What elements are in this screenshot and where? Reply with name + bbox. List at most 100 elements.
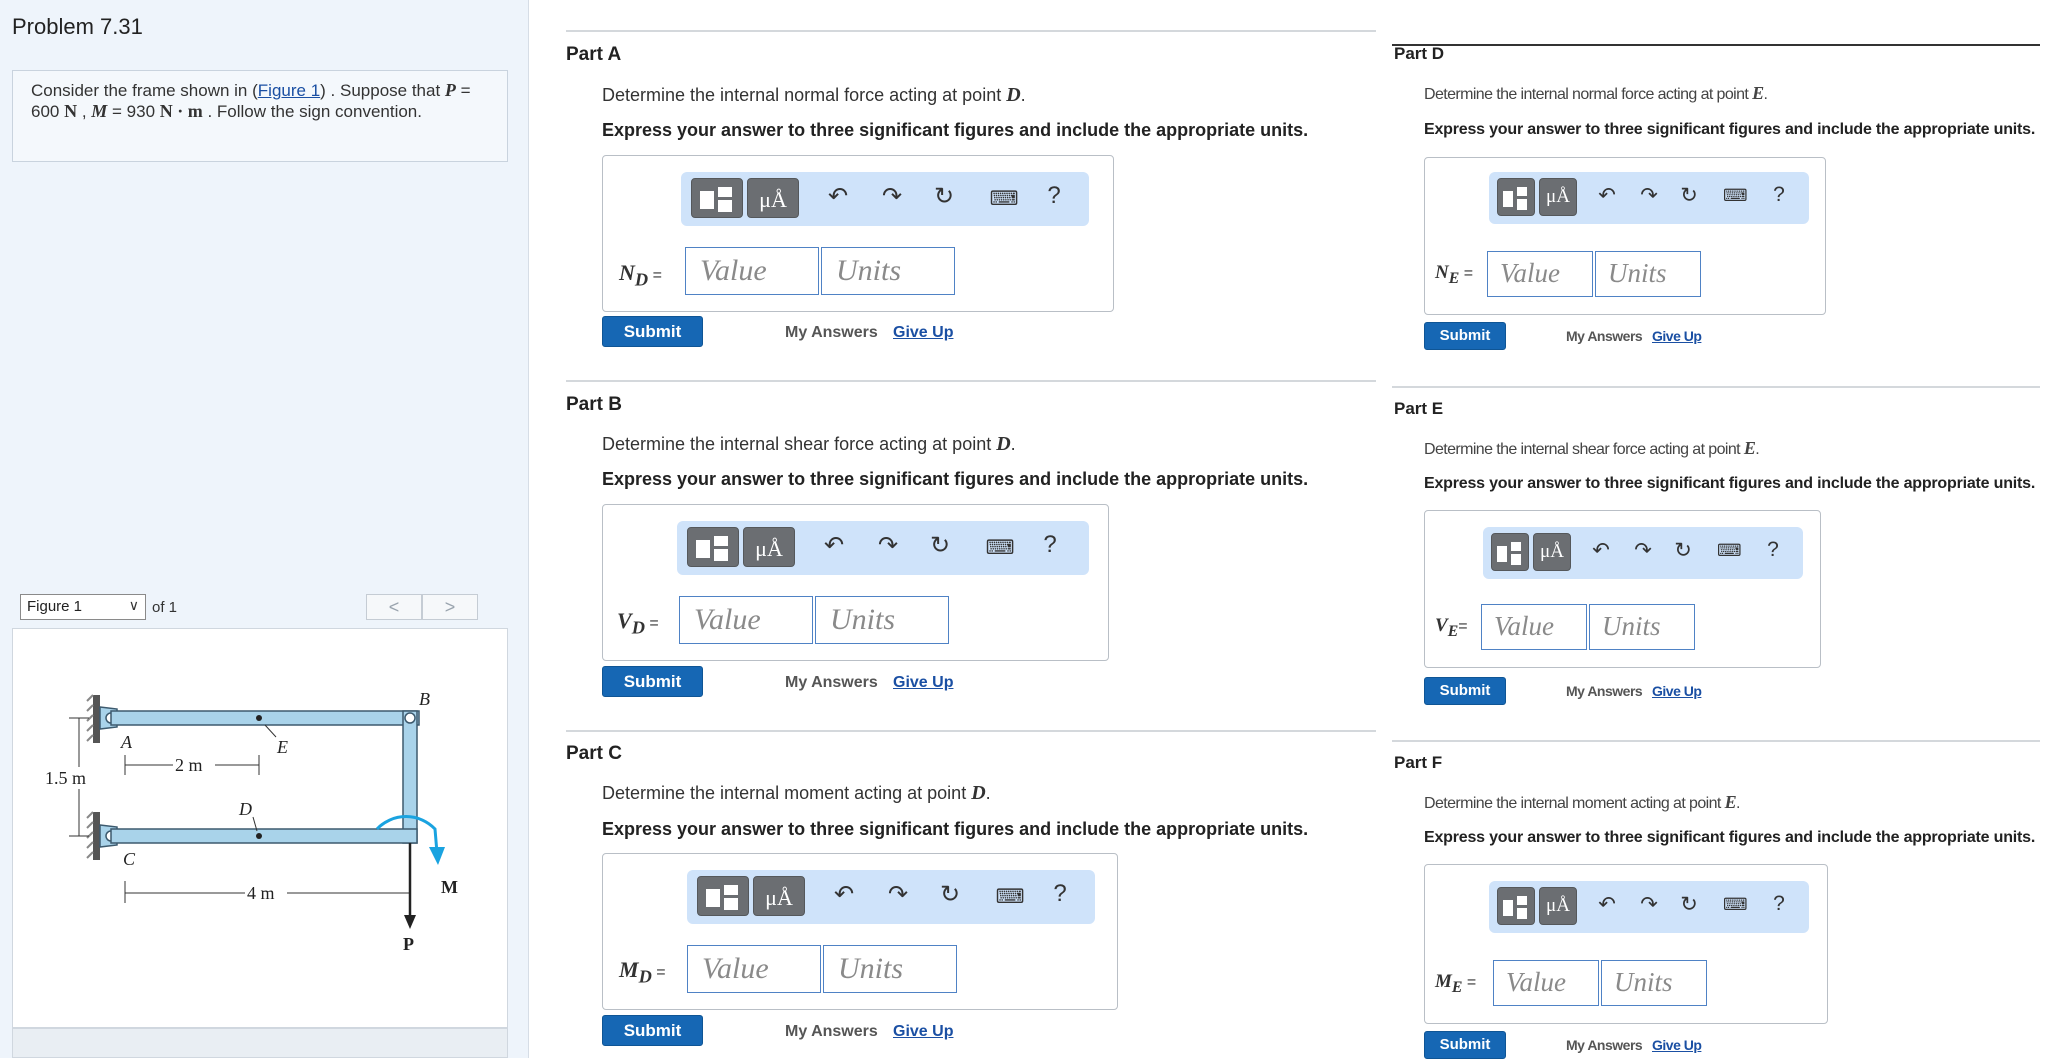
wall-c (93, 812, 100, 860)
part-a-instruction: Express your answer to three significant… (602, 120, 1309, 140)
keyboard-icon[interactable]: ⌨ (1717, 541, 1742, 561)
reset-icon[interactable]: ↻ (935, 880, 965, 909)
part-f-value-input[interactable]: Value (1493, 960, 1599, 1006)
part-f-submit-button[interactable]: Submit (1424, 1031, 1506, 1059)
part-f-question: Determine the internal moment acting at … (1424, 792, 1740, 812)
help-icon[interactable]: ? (1767, 892, 1791, 916)
units-button[interactable]: μÅ (1539, 178, 1577, 216)
part-a-value-input[interactable]: Value (685, 247, 819, 295)
part-d-give-up[interactable]: Give Up (1652, 328, 1702, 344)
part-a-variable: ND = (619, 260, 662, 290)
templates-button[interactable] (1491, 533, 1529, 571)
part-e-give-up[interactable]: Give Up (1652, 683, 1702, 699)
redo-icon[interactable]: ↷ (883, 880, 913, 909)
label-p: P (403, 934, 414, 954)
templates-button[interactable] (687, 527, 739, 567)
help-icon[interactable]: ? (1767, 183, 1791, 207)
part-a-give-up[interactable]: Give Up (893, 324, 953, 342)
figure-select[interactable]: Figure 1 ∨ (20, 594, 146, 620)
undo-icon[interactable]: ↶ (1589, 538, 1613, 563)
part-a-units-input[interactable]: Units (821, 247, 955, 295)
help-icon[interactable]: ? (1761, 538, 1785, 562)
prev-figure-button[interactable]: < (366, 594, 422, 620)
part-c-give-up[interactable]: Give Up (893, 1023, 953, 1041)
next-figure-button[interactable]: > (422, 594, 478, 620)
label-m: M (441, 877, 458, 897)
templates-button[interactable] (1497, 887, 1535, 925)
units-button[interactable]: μÅ (743, 527, 795, 567)
part-c-my-answers[interactable]: My Answers (785, 1023, 878, 1041)
reset-icon[interactable]: ↻ (1671, 538, 1695, 563)
part-b-units-input[interactable]: Units (815, 596, 949, 644)
figure-link[interactable]: Figure 1 (258, 81, 320, 100)
part-b-my-answers[interactable]: My Answers (785, 674, 878, 692)
reset-icon[interactable]: ↻ (1677, 892, 1701, 917)
redo-icon[interactable]: ↷ (877, 182, 907, 211)
units-button[interactable]: μÅ (747, 178, 799, 218)
part-a-my-answers[interactable]: My Answers (785, 324, 878, 342)
part-b-give-up[interactable]: Give Up (893, 674, 953, 692)
keyboard-icon[interactable]: ⌨ (989, 186, 1019, 211)
part-e-submit-button[interactable]: Submit (1424, 677, 1506, 705)
label-c: C (123, 849, 136, 869)
templates-button[interactable] (691, 178, 743, 218)
undo-icon[interactable]: ↶ (1595, 183, 1619, 208)
units-button[interactable]: μÅ (1539, 887, 1577, 925)
part-e-answer-box: μÅ ↶ ↷ ↻ ⌨ ? VE= Value Units (1424, 510, 1821, 668)
units-button[interactable]: μÅ (753, 876, 805, 916)
reset-icon[interactable]: ↻ (1677, 183, 1701, 208)
pin-b (404, 712, 416, 724)
redo-icon[interactable]: ↷ (1637, 892, 1661, 917)
problem-title: Problem 7.31 (12, 14, 143, 39)
part-b-label: Part B (566, 394, 622, 415)
units-button[interactable]: μÅ (1533, 533, 1571, 571)
undo-icon[interactable]: ↶ (819, 531, 849, 560)
part-c-submit-button[interactable]: Submit (602, 1015, 703, 1046)
dim-4m: 4 m (247, 883, 275, 903)
undo-icon[interactable]: ↶ (823, 182, 853, 211)
help-icon[interactable]: ? (1035, 531, 1065, 559)
part-b-submit-button[interactable]: Submit (602, 666, 703, 697)
part-d-my-answers[interactable]: My Answers (1566, 328, 1643, 344)
part-f-give-up[interactable]: Give Up (1652, 1037, 1702, 1053)
part-a-submit-button[interactable]: Submit (602, 316, 703, 347)
reset-icon[interactable]: ↻ (929, 182, 959, 211)
keyboard-icon[interactable]: ⌨ (1723, 186, 1748, 206)
redo-icon[interactable]: ↷ (873, 531, 903, 560)
part-e-units-input[interactable]: Units (1589, 604, 1695, 650)
redo-icon[interactable]: ↷ (1631, 538, 1655, 563)
keyboard-icon[interactable]: ⌨ (1723, 895, 1748, 915)
undo-icon[interactable]: ↶ (829, 880, 859, 909)
part-d-toolbar: μÅ ↶ ↷ ↻ ⌨ ? (1489, 172, 1809, 224)
templates-button[interactable] (1497, 178, 1535, 216)
part-c-value-input[interactable]: Value (687, 945, 821, 993)
part-d-value-input[interactable]: Value (1487, 251, 1593, 297)
part-c-toolbar: μÅ ↶ ↷ ↻ ⌨ ? (687, 870, 1095, 924)
help-icon[interactable]: ? (1039, 182, 1069, 210)
part-e-my-answers[interactable]: My Answers (1566, 683, 1643, 699)
reset-icon[interactable]: ↻ (925, 531, 955, 560)
part-b-value-input[interactable]: Value (679, 596, 813, 644)
part-f-units-input[interactable]: Units (1601, 960, 1707, 1006)
part-b-variable: VD = (617, 608, 659, 638)
figure-footer (12, 1028, 508, 1058)
part-d-units-input[interactable]: Units (1595, 251, 1701, 297)
undo-icon[interactable]: ↶ (1595, 892, 1619, 917)
keyboard-icon[interactable]: ⌨ (995, 884, 1025, 909)
point-d (256, 833, 262, 839)
part-f-my-answers[interactable]: My Answers (1566, 1037, 1643, 1053)
part-d-submit-button[interactable]: Submit (1424, 322, 1506, 350)
part-e-value-input[interactable]: Value (1481, 604, 1587, 650)
part-f-instruction: Express your answer to three significant… (1424, 829, 2036, 846)
redo-icon[interactable]: ↷ (1637, 183, 1661, 208)
part-d-answer-box: μÅ ↶ ↷ ↻ ⌨ ? NE = Value Units (1424, 157, 1826, 315)
part-b-answer-box: μÅ ↶ ↷ ↻ ⌨ ? VD = Value Units (602, 504, 1109, 661)
templates-button[interactable] (697, 876, 749, 916)
keyboard-icon[interactable]: ⌨ (985, 535, 1015, 560)
member-vertical (402, 710, 418, 844)
part-a-answer-box: μÅ ↶ ↷ ↻ ⌨ ? ND = Value Units (602, 155, 1114, 312)
help-icon[interactable]: ? (1045, 880, 1075, 908)
part-b-instruction: Express your answer to three significant… (602, 469, 1309, 489)
part-c-units-input[interactable]: Units (823, 945, 957, 993)
part-f-variable: ME = (1435, 971, 1477, 996)
